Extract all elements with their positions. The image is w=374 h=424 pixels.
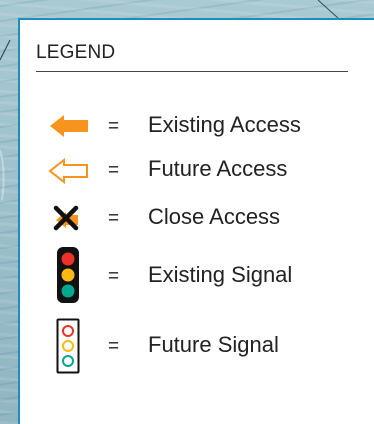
legend-equals: = bbox=[108, 160, 120, 181]
future-signal-icon bbox=[56, 318, 80, 374]
legend-label-future-signal: Future Signal bbox=[148, 332, 279, 357]
legend-row-future-access: = Future Access bbox=[20, 150, 374, 190]
legend-equals: = bbox=[108, 116, 120, 137]
legend-label-existing-access: Existing Access bbox=[148, 112, 301, 137]
legend-equals: = bbox=[108, 336, 120, 357]
legend-row-existing-access: = Existing Access bbox=[20, 106, 374, 146]
legend-label-existing-signal: Existing Signal bbox=[148, 262, 293, 287]
existing-access-arrow-icon bbox=[50, 115, 88, 137]
legend-label-close-access: Close Access bbox=[148, 204, 281, 229]
legend-equals: = bbox=[108, 208, 120, 229]
legend-title-divider bbox=[36, 71, 348, 72]
existing-signal-icon bbox=[57, 247, 79, 303]
future-access-arrow-icon bbox=[48, 158, 88, 184]
legend-label-future-access: Future Access bbox=[148, 156, 288, 181]
legend-panel: LEGEND = Existing Access = Future Access… bbox=[18, 18, 374, 424]
legend-title: LEGEND bbox=[36, 42, 116, 63]
legend-row-existing-signal: = Existing Signal bbox=[20, 246, 374, 306]
close-access-x-icon bbox=[53, 205, 79, 231]
legend-equals: = bbox=[108, 266, 120, 287]
legend-row-future-signal: = Future Signal bbox=[20, 318, 374, 378]
legend-row-close-access: = Close Access bbox=[20, 198, 374, 238]
